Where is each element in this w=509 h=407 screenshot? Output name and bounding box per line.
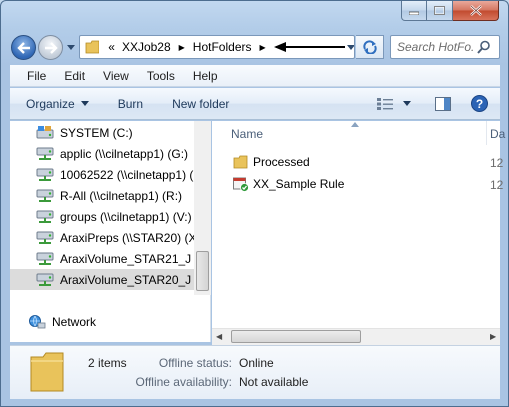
breadcrumb-hotfolders[interactable]: HotFolders	[193, 40, 252, 54]
nav-item-label: 10062522 (\\cilnetapp1) (I	[60, 167, 197, 182]
nav-item-label: SYSTEM (C:)	[60, 125, 133, 140]
preview-pane-icon	[435, 96, 452, 111]
nav-item-araxivolume-star21[interactable]: AraxiVolume_STAR21_J (\	[36, 248, 210, 269]
offline-availability-label: Offline availability:	[135, 375, 233, 389]
refresh-icon	[362, 40, 377, 54]
close-button[interactable]	[453, 1, 499, 21]
nav-item-label: AraxiVolume_STAR21_J (\	[60, 251, 202, 266]
nav-item-label: AraxiVolume_STAR20_J (\	[60, 272, 200, 287]
file-date: 12	[490, 178, 504, 192]
network-drive-icon	[36, 210, 54, 223]
nav-item-system-c[interactable]: SYSTEM (C:)	[36, 122, 210, 143]
folder-large-icon	[30, 352, 64, 392]
menu-tools[interactable]: Tools	[138, 69, 184, 83]
change-view-button[interactable]	[377, 97, 394, 110]
burn-button[interactable]: Burn	[118, 97, 143, 111]
nav-item-label: groups (\\cilnetapp1) (V:)	[60, 209, 192, 224]
refresh-button[interactable]	[356, 35, 384, 59]
menu-edit[interactable]: Edit	[55, 69, 94, 83]
folder-icon	[233, 155, 248, 169]
sort-ascending-icon	[351, 122, 359, 127]
new-folder-button[interactable]: New folder	[172, 97, 229, 111]
nav-item-groups-v[interactable]: groups (\\cilnetapp1) (V:)	[36, 206, 210, 227]
details-pane	[10, 345, 500, 399]
file-item-processed[interactable]: Processed	[233, 152, 310, 172]
nav-item-label: Network	[52, 314, 97, 329]
nav-item-label: applic (\\cilnetapp1) (G:)	[60, 146, 189, 161]
file-name: XX_Sample Rule	[253, 177, 345, 191]
file-name: Processed	[253, 155, 310, 169]
nav-item-araxipreps-x[interactable]: AraxiPreps (\\STAR20) (X:	[36, 227, 210, 248]
view-options-dropdown[interactable]	[403, 101, 412, 106]
menu-view[interactable]: View	[94, 69, 138, 83]
arrow-left-icon	[16, 41, 30, 54]
offline-status-label: Offline status:	[158, 356, 232, 370]
folder-icon	[85, 40, 100, 54]
forward-button[interactable]	[38, 35, 63, 60]
view-details-icon	[377, 97, 394, 110]
back-button[interactable]	[11, 35, 36, 60]
nav-item-label: AraxiPreps (\\STAR20) (X:	[60, 230, 200, 245]
close-icon	[469, 5, 482, 16]
svg-text:?: ?	[476, 97, 483, 111]
column-divider[interactable]	[486, 121, 487, 145]
search-input[interactable]	[391, 40, 473, 54]
chevron-down-icon	[403, 101, 412, 106]
chevron-down-icon	[67, 44, 75, 50]
network-drive-icon	[36, 189, 54, 202]
nav-item-araxivolume-star20[interactable]: AraxiVolume_STAR20_J (\	[10, 269, 200, 290]
arrow-right-icon	[44, 41, 58, 54]
command-bar: Organize Burn New folder ?	[10, 88, 500, 120]
nav-item-10062522-i[interactable]: 10062522 (\\cilnetapp1) (I	[36, 164, 210, 185]
annotation-arrow-icon	[273, 42, 345, 52]
organize-button[interactable]: Organize	[26, 97, 89, 111]
recent-pages-dropdown[interactable]	[65, 39, 77, 55]
nav-item-applic-g[interactable]: applic (\\cilnetapp1) (G:)	[36, 143, 210, 164]
network-drive-icon	[36, 273, 54, 286]
navigation-pane: SYSTEM (C:) applic (\\cilnetapp1) (G:) 1…	[10, 121, 211, 342]
item-count: 2 items	[88, 356, 127, 370]
help-button[interactable]: ?	[471, 95, 489, 112]
navigation-pane-scroll-thumb[interactable]	[196, 251, 209, 291]
scroll-left-arrow-icon[interactable]: ◀	[216, 332, 222, 341]
chevron-down-icon	[80, 101, 89, 106]
network-icon	[29, 314, 46, 328]
preview-pane-button[interactable]	[435, 96, 452, 111]
maximize-button[interactable]	[427, 1, 453, 21]
chevron-down-icon[interactable]	[346, 44, 354, 50]
network-drive-icon	[36, 168, 54, 181]
rule-icon	[233, 177, 249, 192]
file-item-xx-sample-rule[interactable]: XX_Sample Rule	[233, 174, 344, 194]
breadcrumb-xxjob28[interactable]: XXJob28	[122, 40, 171, 54]
network-drive-icon	[36, 252, 54, 265]
menu-help[interactable]: Help	[184, 69, 227, 83]
local-drive-icon	[36, 125, 54, 138]
breadcrumb-separator[interactable]: ▶	[259, 43, 265, 52]
nav-item-label: R-All (\\cilnetapp1) (R:)	[60, 188, 183, 203]
offline-status-value: Online	[239, 356, 274, 370]
nav-item-r-all-r[interactable]: R-All (\\cilnetapp1) (R:)	[36, 185, 210, 206]
search-icon[interactable]	[477, 40, 491, 54]
organize-label: Organize	[26, 96, 75, 111]
breadcrumb-overflow[interactable]: «	[108, 40, 115, 54]
column-header-date[interactable]: Da	[490, 127, 505, 141]
network-drive-icon	[36, 147, 54, 160]
maximize-icon	[434, 6, 445, 15]
menu-bar: File Edit View Tools Help	[10, 65, 500, 87]
help-icon: ?	[471, 95, 489, 112]
breadcrumb-separator[interactable]: ▶	[179, 43, 185, 52]
minimize-button[interactable]	[401, 1, 427, 21]
menu-file[interactable]: File	[10, 69, 55, 83]
nav-item-network[interactable]: Network	[28, 311, 210, 332]
network-drive-icon	[36, 231, 54, 244]
address-bar[interactable]: « XXJob28 ▶ HotFolders ▶	[79, 35, 355, 59]
offline-availability-value: Not available	[239, 375, 309, 389]
minimize-icon	[409, 11, 419, 15]
file-list-scroll-thumb[interactable]	[231, 330, 361, 343]
column-header-name[interactable]: Name	[231, 127, 263, 141]
search-box[interactable]	[390, 35, 500, 59]
file-date: 12	[490, 156, 504, 170]
explorer-window: « XXJob28 ▶ HotFolders ▶ File Edit View …	[0, 0, 509, 407]
scroll-right-arrow-icon[interactable]: ▶	[490, 332, 496, 341]
